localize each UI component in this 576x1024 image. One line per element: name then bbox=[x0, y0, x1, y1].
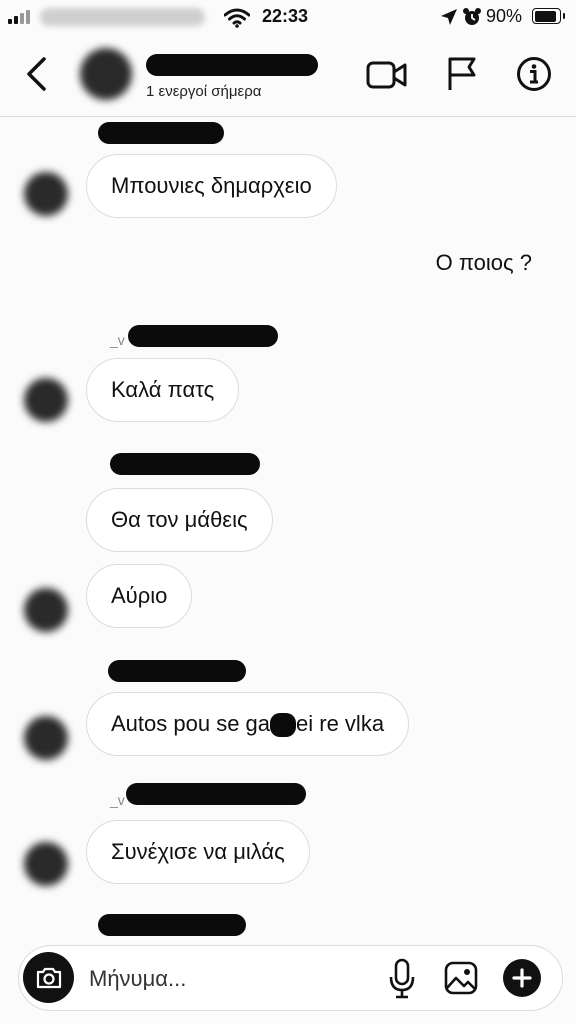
redaction-mark bbox=[270, 713, 297, 738]
alarm-icon bbox=[463, 8, 481, 25]
wifi-icon bbox=[224, 8, 250, 28]
sender-name-redacted bbox=[98, 122, 224, 144]
sender-avatar[interactable] bbox=[24, 842, 68, 886]
battery-percentage: 90% bbox=[486, 6, 523, 26]
active-status: 1 ενεργοί σήμερα bbox=[146, 83, 262, 100]
microphone-icon[interactable] bbox=[387, 958, 417, 1000]
chat-header: 1 ενεργοί σήμερα bbox=[0, 36, 576, 117]
message-bubble[interactable]: Μπουνιες δημαρχειο bbox=[86, 154, 337, 218]
info-icon[interactable] bbox=[516, 56, 552, 92]
message-composer bbox=[18, 945, 563, 1011]
sender-name-redacted bbox=[98, 914, 246, 936]
sender-name-fragment: _v bbox=[110, 332, 125, 348]
sender-avatar[interactable] bbox=[24, 172, 68, 216]
sender-name-redacted bbox=[126, 783, 306, 805]
contact-avatar[interactable] bbox=[80, 48, 132, 100]
sender-avatar[interactable] bbox=[24, 378, 68, 422]
location-arrow-icon bbox=[441, 9, 457, 25]
message-text: Autos pou se ga bbox=[111, 711, 271, 736]
contact-name-redacted[interactable] bbox=[146, 54, 318, 76]
camera-icon bbox=[36, 967, 62, 989]
status-time: 22:33 bbox=[262, 6, 309, 26]
back-chevron-icon[interactable] bbox=[24, 56, 48, 92]
battery-icon bbox=[532, 8, 565, 24]
message-bubble[interactable]: Καλά πατς bbox=[86, 358, 240, 422]
sender-avatar[interactable] bbox=[24, 588, 68, 632]
gallery-icon[interactable] bbox=[443, 960, 479, 996]
sender-name-redacted bbox=[110, 453, 260, 475]
message-bubble[interactable]: Αύριο bbox=[86, 564, 193, 628]
sender-avatar[interactable] bbox=[24, 716, 68, 760]
message-input[interactable] bbox=[87, 958, 371, 1000]
sender-name-redacted bbox=[108, 660, 246, 682]
camera-button[interactable] bbox=[23, 952, 74, 1003]
sender-name-fragment: _v bbox=[110, 792, 125, 808]
sent-message[interactable]: Ο ποιος ? bbox=[436, 250, 532, 276]
carrier-name-redacted bbox=[40, 8, 205, 26]
sender-name-redacted bbox=[128, 325, 278, 347]
status-bar: 22:33 90% bbox=[0, 0, 576, 36]
message-bubble[interactable]: Συνέχισε να μιλάς bbox=[86, 820, 310, 884]
flag-icon[interactable] bbox=[446, 56, 478, 92]
video-call-icon[interactable] bbox=[366, 60, 408, 90]
message-bubble[interactable]: Autos pou se ga ei re vlka bbox=[86, 692, 410, 756]
plus-button[interactable] bbox=[503, 959, 541, 997]
signal-icon bbox=[8, 10, 32, 24]
plus-icon bbox=[512, 968, 532, 988]
message-text: ei re vlka bbox=[296, 711, 385, 736]
message-bubble[interactable]: Θα τον μάθεις bbox=[86, 488, 273, 552]
